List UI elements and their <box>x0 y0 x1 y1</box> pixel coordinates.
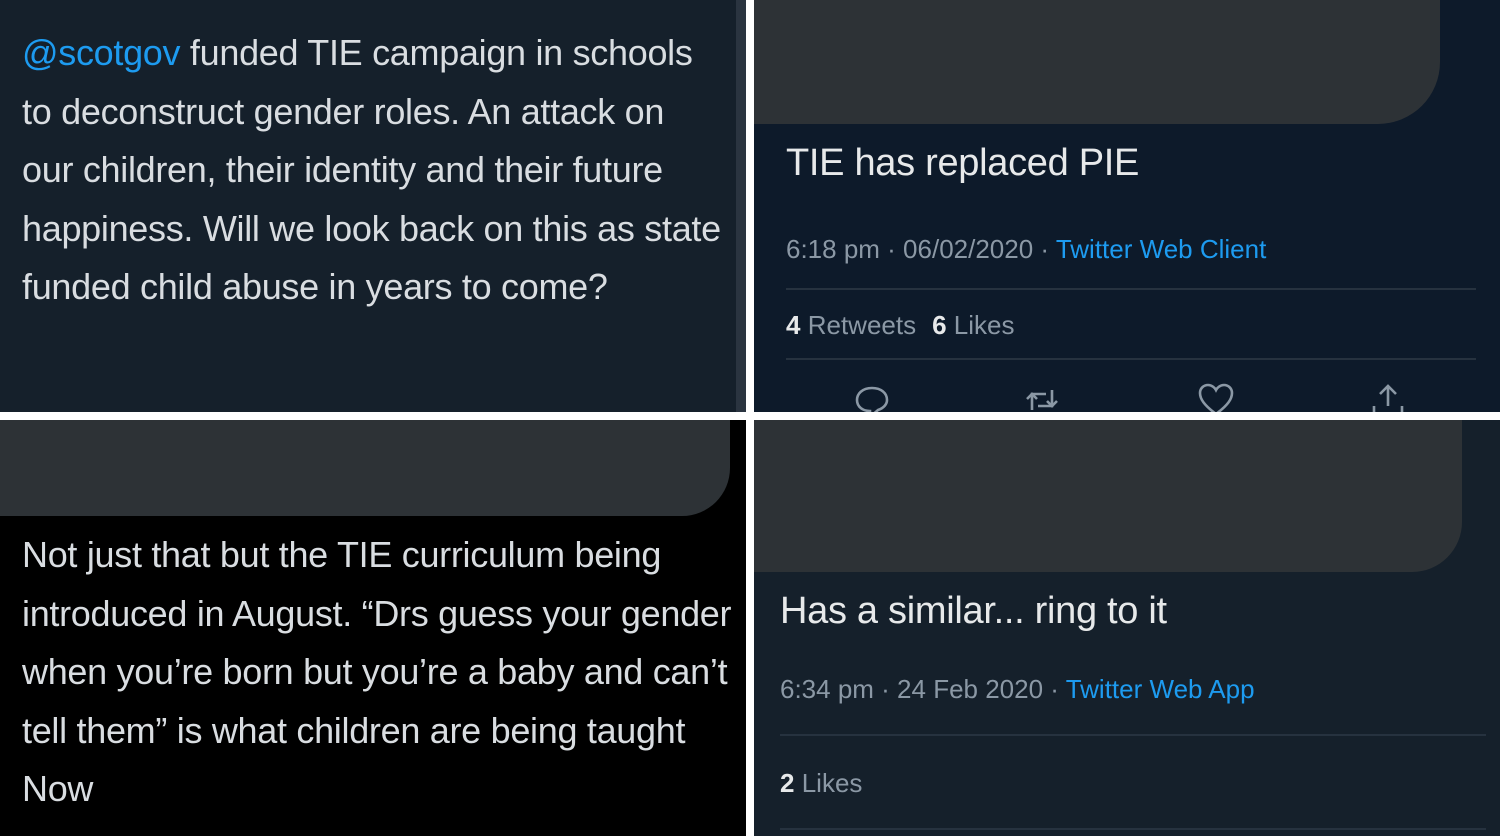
divider <box>786 358 1476 360</box>
tweet-panel-bottom-right: Has a similar... ring to it 6:34 pm · 24… <box>754 420 1500 836</box>
divider <box>780 828 1486 830</box>
tweet-body: funded TIE campaign in schools to decons… <box>22 32 721 307</box>
retweets-count[interactable]: 4 <box>786 310 800 340</box>
tweet-panel-top-right: TIE has replaced PIE 6:18 pm · 06/02/202… <box>754 0 1500 412</box>
share-icon[interactable] <box>1368 380 1408 412</box>
reply-icon[interactable] <box>852 380 892 412</box>
client-link[interactable]: Twitter Web App <box>1066 674 1255 704</box>
tweet-text: @scotgov funded TIE campaign in schools … <box>22 24 722 317</box>
retweets-label[interactable]: Retweets <box>808 310 916 340</box>
retweet-icon[interactable] <box>1022 380 1062 412</box>
tweet-actions <box>754 376 1500 412</box>
tweet-text: Not just that but the TIE curriculum bei… <box>22 534 732 809</box>
like-icon[interactable] <box>1196 380 1236 412</box>
likes-count[interactable]: 6 <box>932 310 946 340</box>
tweet-panel-top-left: @scotgov funded TIE campaign in schools … <box>0 0 746 412</box>
likes-count[interactable]: 2 <box>780 768 794 798</box>
tweet-text: TIE has replaced PIE <box>786 142 1140 184</box>
client-link[interactable]: Twitter Web Client <box>1056 234 1266 264</box>
likes-label[interactable]: Likes <box>802 768 863 798</box>
divider <box>780 734 1486 736</box>
likes-label[interactable]: Likes <box>954 310 1015 340</box>
redacted-area <box>754 0 1440 124</box>
mention-link[interactable]: @scotgov <box>22 32 181 73</box>
tweet-panel-bottom-left: Not just that but the TIE curriculum bei… <box>0 420 746 836</box>
redacted-area <box>754 420 1462 572</box>
tweet-stats: 2 Likes <box>780 768 862 799</box>
panel-edge-divider <box>736 0 746 412</box>
tweet-stats: 4 Retweets 6 Likes <box>786 310 1015 341</box>
tweet-meta: 6:18 pm · 06/02/2020 · Twitter Web Clien… <box>786 234 1266 265</box>
divider <box>786 288 1476 290</box>
redacted-area <box>0 420 730 516</box>
tweet-timestamp: 6:18 pm · 06/02/2020 · <box>786 234 1056 264</box>
tweet-timestamp: 6:34 pm · 24 Feb 2020 · <box>780 674 1066 704</box>
tweet-meta: 6:34 pm · 24 Feb 2020 · Twitter Web App <box>780 674 1255 705</box>
tweet-text: Has a similar... ring to it <box>780 590 1167 632</box>
